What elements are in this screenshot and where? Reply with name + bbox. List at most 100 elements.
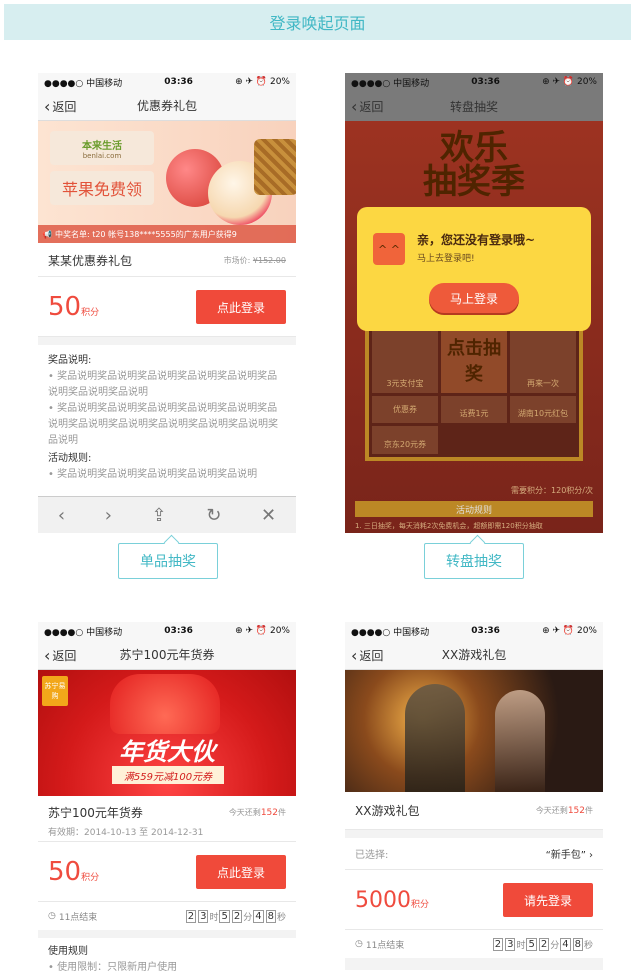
label-wheel-draw: 转盘抽奖	[424, 543, 524, 579]
promo-text: 苹果免费领	[50, 171, 154, 205]
rules-heading: 活动规则:	[48, 453, 92, 464]
close-icon[interactable]: ✕	[261, 505, 276, 526]
clock: 03:36	[471, 77, 500, 87]
phone-wheel: ●●●●○ 中国移动 03:36 ⊕ ✈ ⏰ 20% ‹ 返回 转盘抽奖 欢乐 抽…	[345, 73, 603, 533]
product-info: XX游戏礼包 今天还剩152件	[345, 792, 603, 830]
wheel-page: 欢乐 抽奖季 3元支付宝 点击抽奖 再来一次 优惠券 话费1元 湖南10元红包 …	[345, 121, 603, 533]
countdown-row: ◷ 11点结束 23时 52分 48秒	[38, 902, 296, 930]
carrier: ●●●●○ 中国移动	[44, 627, 123, 638]
warrior-figure	[405, 684, 465, 792]
carrier: ●●●●○ 中国移动	[351, 627, 430, 638]
apple-image	[158, 129, 296, 225]
back-label: 返回	[52, 648, 77, 663]
points-value: 50	[48, 292, 82, 322]
points-value: 50	[48, 857, 82, 887]
points-row: 5000积分 请先登录	[345, 870, 603, 930]
end-time: 11点结束	[58, 912, 98, 923]
back-button[interactable]: ‹ 返回	[351, 640, 383, 670]
carrier: ●●●●○ 中国移动	[44, 78, 123, 89]
login-button[interactable]: 点此登录	[196, 290, 286, 324]
popup-subtitle: 马上去登录吧!	[417, 254, 475, 264]
nav-title: XX游戏礼包	[441, 648, 507, 662]
phone-suning: ●●●●○ 中国移动 03:36 ⊕ ✈ ⏰ 20% ‹ 返回 苏宁100元年货券…	[38, 622, 296, 980]
validity: 有效期：2014-10-13 至 2014-12-31	[48, 828, 204, 838]
countdown: 23时 52分 48秒	[185, 909, 286, 923]
browser-toolbar: ‹ › ⇪ ↻ ✕	[38, 496, 296, 533]
share-icon[interactable]: ⇪	[152, 505, 167, 526]
market-price-label: 市场价:	[223, 255, 251, 265]
gift-bag	[110, 674, 220, 734]
login-button[interactable]: 请先登录	[503, 883, 593, 917]
usage-rules: 使用规则 • 使用限制：只限新用户使用	[38, 938, 296, 980]
back-label: 返回	[52, 99, 77, 114]
status-bar: ●●●●○ 中国移动 03:36 ⊕ ✈ ⏰ 20%	[345, 73, 603, 91]
login-button[interactable]: 点此登录	[196, 855, 286, 889]
countdown: 23时 52分 48秒	[492, 937, 593, 951]
rules-text: • 奖品说明奖品说明奖品说明奖品说明奖品说明	[48, 469, 258, 480]
promo-banner[interactable]: 苏宁易购 年货大伙 满559元减100元券	[38, 670, 296, 796]
battery: ⊕ ✈ ⏰ 20%	[542, 626, 597, 636]
chevron-right-icon: ›	[589, 850, 593, 861]
winner-ticker: 📢 中奖名单: t20 帐号138****5555的广东用户获得9	[38, 225, 296, 243]
back-arrow-icon[interactable]: ‹	[58, 505, 65, 526]
promo-banner[interactable]: 本来生活 benlai.com 苹果免费领 📢 中奖名单: t20 帐号138*…	[38, 121, 296, 243]
product-name: 某某优惠券礼包	[48, 253, 133, 268]
product-name: 苏宁100元年货券	[48, 806, 143, 820]
market-price: ¥152.00	[252, 255, 286, 265]
page-title: 登录唤起页面	[4, 4, 631, 40]
clock: 03:36	[471, 626, 500, 636]
points-row: 50积分 点此登录	[38, 277, 296, 337]
banner-headline: 年货大伙	[119, 738, 215, 766]
clock-icon: ◷	[355, 939, 363, 949]
points-unit: 积分	[81, 873, 100, 883]
product-info: 某某优惠券礼包 市场价: ¥152.00	[38, 243, 296, 277]
back-button[interactable]: ‹ 返回	[351, 91, 383, 121]
nav-title: 苏宁100元年货券	[119, 648, 215, 662]
stock-remaining: 今天还剩152件	[535, 806, 593, 816]
points-unit: 积分	[81, 308, 100, 318]
popup-title: 亲，您还没有登录哦~	[417, 233, 536, 247]
selected-value: “新手包”	[545, 850, 586, 861]
status-bar: ●●●●○ 中国移动 03:36 ⊕ ✈ ⏰ 20%	[38, 622, 296, 640]
product-name: XX游戏礼包	[355, 804, 420, 818]
countdown-row: ◷ 11点结束 23时 52分 48秒	[345, 930, 603, 958]
phone-game: ●●●●○ 中国移动 03:36 ⊕ ✈ ⏰ 20% ‹ 返回 XX游戏礼包 XX…	[345, 622, 603, 970]
back-button[interactable]: ‹ 返回	[44, 640, 76, 670]
selected-label: 已选择:	[355, 850, 389, 861]
label-single-draw: 单品抽奖	[118, 543, 218, 579]
prize-description: 奖品说明: • 奖品说明奖品说明奖品说明奖品说明奖品说明奖品说明奖品说明奖品说明…	[38, 345, 296, 515]
product-info: 苏宁100元年货券 今天还剩152件 有效期：2014-10-13 至 2014…	[38, 796, 296, 842]
forward-arrow-icon[interactable]: ›	[105, 505, 112, 526]
suning-badge: 苏宁易购	[42, 676, 68, 706]
prize-text-1: • 奖品说明奖品说明奖品说明奖品说明奖品说明奖品说明奖品说明奖品说明	[48, 371, 278, 398]
points-unit: 积分	[411, 899, 430, 910]
chevron-left-icon: ‹	[44, 645, 51, 665]
back-label: 返回	[359, 648, 384, 663]
nav-title: 转盘抽奖	[449, 99, 498, 114]
back-button[interactable]: ‹ 返回	[44, 91, 76, 121]
mage-figure	[495, 690, 545, 792]
megaphone-icon: 📢	[42, 229, 52, 239]
prize-heading: 奖品说明:	[48, 355, 92, 366]
clock-icon: ◷	[48, 911, 56, 921]
battery: ⊕ ✈ ⏰ 20%	[542, 77, 597, 87]
nav-bar: ‹ 返回 转盘抽奖	[345, 91, 603, 121]
selected-option[interactable]: 已选择: “新手包” ›	[345, 838, 603, 870]
nav-bar: ‹ 返回 优惠券礼包	[38, 91, 296, 121]
end-time: 11点结束	[365, 940, 405, 951]
points-value: 5000	[355, 887, 411, 913]
emoji-icon: ^ ^	[373, 233, 405, 265]
stock-remaining: 今天还剩152件	[228, 808, 286, 818]
popup-login-button[interactable]: 马上登录	[429, 283, 519, 313]
back-label: 返回	[359, 99, 384, 114]
carrier: ●●●●○ 中国移动	[351, 78, 430, 89]
nav-bar: ‹ 返回 苏宁100元年货券	[38, 640, 296, 670]
refresh-icon[interactable]: ↻	[206, 505, 221, 526]
brand-logo: 本来生活 benlai.com	[50, 131, 154, 165]
battery: ⊕ ✈ ⏰ 20%	[235, 626, 290, 636]
game-banner[interactable]	[345, 670, 603, 792]
chevron-left-icon: ‹	[44, 96, 51, 116]
battery: ⊕ ✈ ⏰ 20%	[235, 77, 290, 87]
chevron-left-icon: ‹	[351, 645, 358, 665]
clock: 03:36	[164, 626, 193, 636]
